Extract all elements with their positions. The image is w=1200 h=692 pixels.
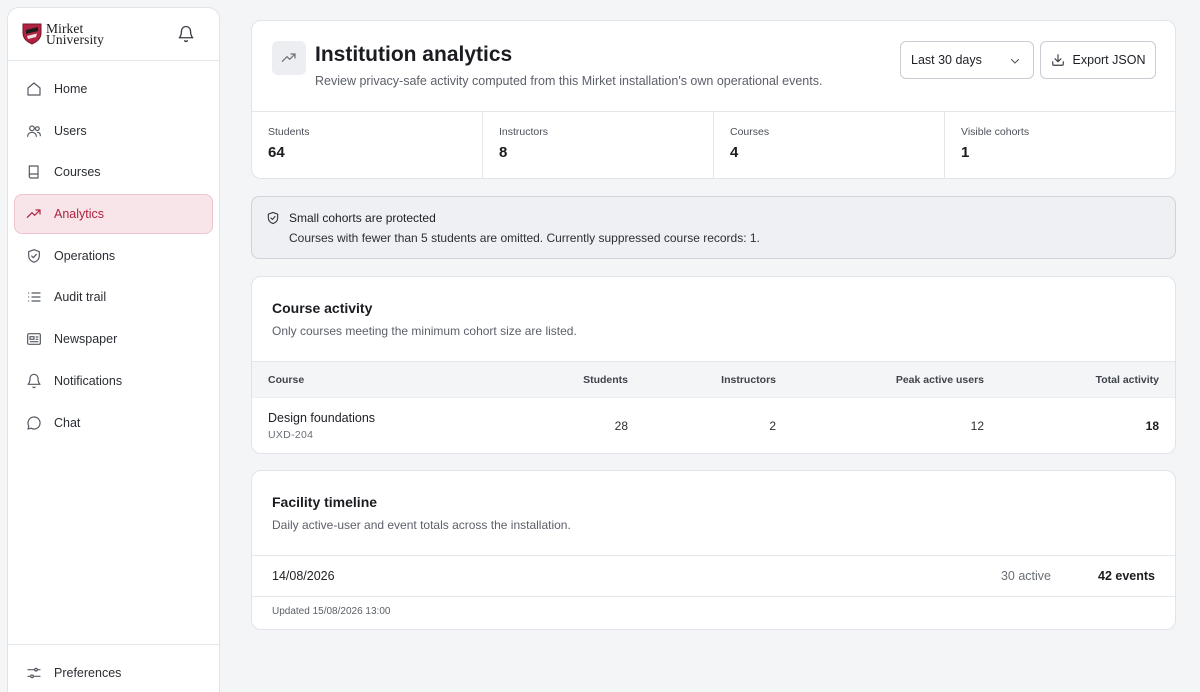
table-row[interactable]: Design foundations UXD-204 28 2 12 18 xyxy=(252,398,1175,453)
page-subtitle: Review privacy-safe activity computed fr… xyxy=(315,74,823,88)
sidebar-item-notifications[interactable]: Notifications xyxy=(14,361,213,401)
stat-value: 4 xyxy=(730,144,739,161)
column-header-peak-active[interactable]: Peak active users xyxy=(776,374,984,386)
sidebar-item-preferences[interactable]: Preferences xyxy=(14,653,213,692)
course-name: Design foundations xyxy=(268,411,376,425)
stat-value: 1 xyxy=(961,144,970,161)
sidebar-item-users[interactable]: Users xyxy=(14,111,213,151)
column-header-total-activity[interactable]: Total activity xyxy=(984,374,1159,386)
sidebar-item-newspaper[interactable]: Newspaper xyxy=(14,319,213,359)
stat-label: Students xyxy=(268,126,310,138)
users-icon xyxy=(26,123,42,139)
sidebar-item-label: Newspaper xyxy=(54,332,118,347)
sliders-icon xyxy=(26,665,42,681)
sidebar-item-label: Courses xyxy=(54,165,101,180)
message-icon xyxy=(26,415,42,431)
updated-timestamp: Updated 15/08/2026 13:00 xyxy=(272,606,391,617)
book-icon xyxy=(26,164,42,180)
stats-row: Students 64 Instructors 8 Courses 4 Visi… xyxy=(252,112,1175,179)
stat-value: 8 xyxy=(499,144,508,161)
course-code: UXD-204 xyxy=(268,429,314,441)
sidebar-item-operations[interactable]: Operations xyxy=(14,236,213,276)
date-range-value: Last 30 days xyxy=(911,53,982,67)
privacy-notice: Small cohorts are protected Courses with… xyxy=(251,196,1176,259)
stat-label: Visible cohorts xyxy=(961,126,1030,138)
sidebar-item-label: Operations xyxy=(54,248,116,263)
analytics-header-card: Institution analytics Review privacy-saf… xyxy=(251,20,1176,179)
notice-title: Small cohorts are protected xyxy=(289,211,436,225)
sidebar-footer: Preferences xyxy=(8,644,219,692)
brand-bar: Mirket University xyxy=(8,8,219,61)
page-title: Institution analytics xyxy=(315,43,513,66)
stat-courses: Courses 4 xyxy=(714,112,945,179)
trending-up-icon xyxy=(26,206,42,222)
home-icon xyxy=(26,81,42,97)
sidebar-item-label: Preferences xyxy=(54,666,122,680)
course-activity-card: Course activity Only courses meeting the… xyxy=(251,276,1176,454)
bell-icon xyxy=(26,373,42,389)
stat-visible-cohorts: Visible cohorts 1 xyxy=(945,112,1175,179)
course-activity-table: Course Students Instructors Peak active … xyxy=(252,361,1175,453)
sidebar-item-label: Audit trail xyxy=(54,290,107,305)
column-header-students[interactable]: Students xyxy=(552,374,628,386)
sidebar-item-home[interactable]: Home xyxy=(14,69,213,109)
course-cell: Design foundations UXD-204 xyxy=(252,411,552,441)
shield-check-icon xyxy=(26,248,42,264)
newspaper-icon xyxy=(26,331,42,347)
students-cell: 28 xyxy=(614,419,628,433)
stat-students: Students 64 xyxy=(252,112,483,179)
shield-check-icon xyxy=(266,211,280,225)
sidebar-item-audit-trail[interactable]: Audit trail xyxy=(14,277,213,317)
export-json-button[interactable]: Export JSON xyxy=(1040,41,1156,79)
timeline-active-users: 30 active xyxy=(1000,569,1051,583)
total-activity-cell: 18 xyxy=(1145,419,1159,433)
date-range-select[interactable]: Last 30 days xyxy=(900,41,1034,79)
facility-timeline-card: Facility timeline Daily active-user and … xyxy=(251,470,1176,630)
stat-instructors: Instructors 8 xyxy=(483,112,714,179)
section-title: Course activity xyxy=(272,300,373,316)
sidebar-item-label: Notifications xyxy=(54,373,123,388)
instructors-cell: 2 xyxy=(769,419,776,433)
header-top: Institution analytics Review privacy-saf… xyxy=(252,21,1175,112)
download-icon xyxy=(1051,53,1065,67)
header-bell-icon[interactable] xyxy=(177,25,195,43)
shield-logo-icon xyxy=(22,23,42,45)
chevron-down-icon xyxy=(1009,55,1021,67)
brand-logo[interactable]: Mirket University xyxy=(22,22,104,47)
column-header-instructors[interactable]: Instructors xyxy=(628,374,776,386)
brand-line-2: University xyxy=(46,32,104,47)
trending-up-icon xyxy=(272,41,306,75)
list-icon xyxy=(26,289,42,305)
timeline-row: 14/08/2026 30 active 42 events xyxy=(252,555,1175,597)
sidebar-item-courses[interactable]: Courses xyxy=(14,152,213,192)
table-header: Course Students Instructors Peak active … xyxy=(252,361,1175,398)
sidebar-item-analytics[interactable]: Analytics xyxy=(14,194,213,235)
sidebar-item-chat[interactable]: Chat xyxy=(14,403,213,443)
sidebar-item-label: Users xyxy=(54,123,87,138)
sidebar: Mirket University Home Users Courses Ana… xyxy=(7,7,220,692)
timeline-events: 42 events xyxy=(1098,569,1155,583)
sidebar-item-label: Analytics xyxy=(54,207,105,222)
export-json-label: Export JSON xyxy=(1072,53,1146,67)
section-subtitle: Only courses meeting the minimum cohort … xyxy=(272,324,577,338)
column-header-course[interactable]: Course xyxy=(252,374,552,386)
stat-value: 64 xyxy=(268,144,285,161)
section-title: Facility timeline xyxy=(272,494,378,510)
section-subtitle: Daily active-user and event totals acros… xyxy=(272,518,571,532)
sidebar-nav: Home Users Courses Analytics Operations … xyxy=(8,61,219,443)
notice-text: Courses with fewer than 5 students are o… xyxy=(289,231,760,245)
brand-name: Mirket University xyxy=(46,22,104,47)
timeline-date: 14/08/2026 xyxy=(272,569,335,583)
sidebar-item-label: Home xyxy=(54,82,88,96)
sidebar-item-label: Chat xyxy=(54,415,81,430)
peak-active-cell: 12 xyxy=(970,419,984,433)
stat-label: Instructors xyxy=(499,126,549,138)
stat-label: Courses xyxy=(730,126,770,138)
